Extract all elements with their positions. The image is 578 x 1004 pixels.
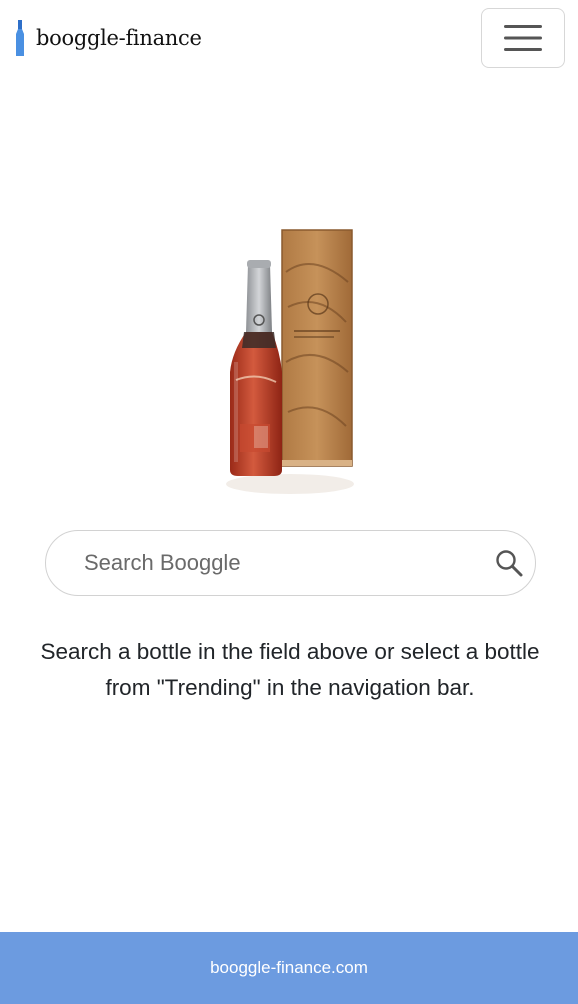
bourbon-bottle-image — [226, 229, 354, 494]
bottle-logo-icon — [16, 20, 24, 56]
hamburger-menu-icon — [504, 25, 542, 51]
navbar: booggle-finance — [0, 0, 578, 76]
search-input[interactable] — [84, 531, 484, 595]
search-icon — [496, 550, 523, 577]
instructions-text: Search a bottle in the field above or se… — [40, 639, 540, 700]
search-bar — [45, 530, 536, 596]
footer-site-link[interactable]: booggle-finance.com — [210, 958, 368, 978]
search-button[interactable] — [494, 548, 526, 580]
brand-name: booggle-finance — [36, 26, 202, 50]
hero-image — [148, 212, 432, 500]
menu-toggle-button[interactable] — [481, 8, 565, 68]
brand-link[interactable]: booggle-finance — [14, 20, 202, 56]
footer: booggle-finance.com — [0, 932, 578, 1004]
